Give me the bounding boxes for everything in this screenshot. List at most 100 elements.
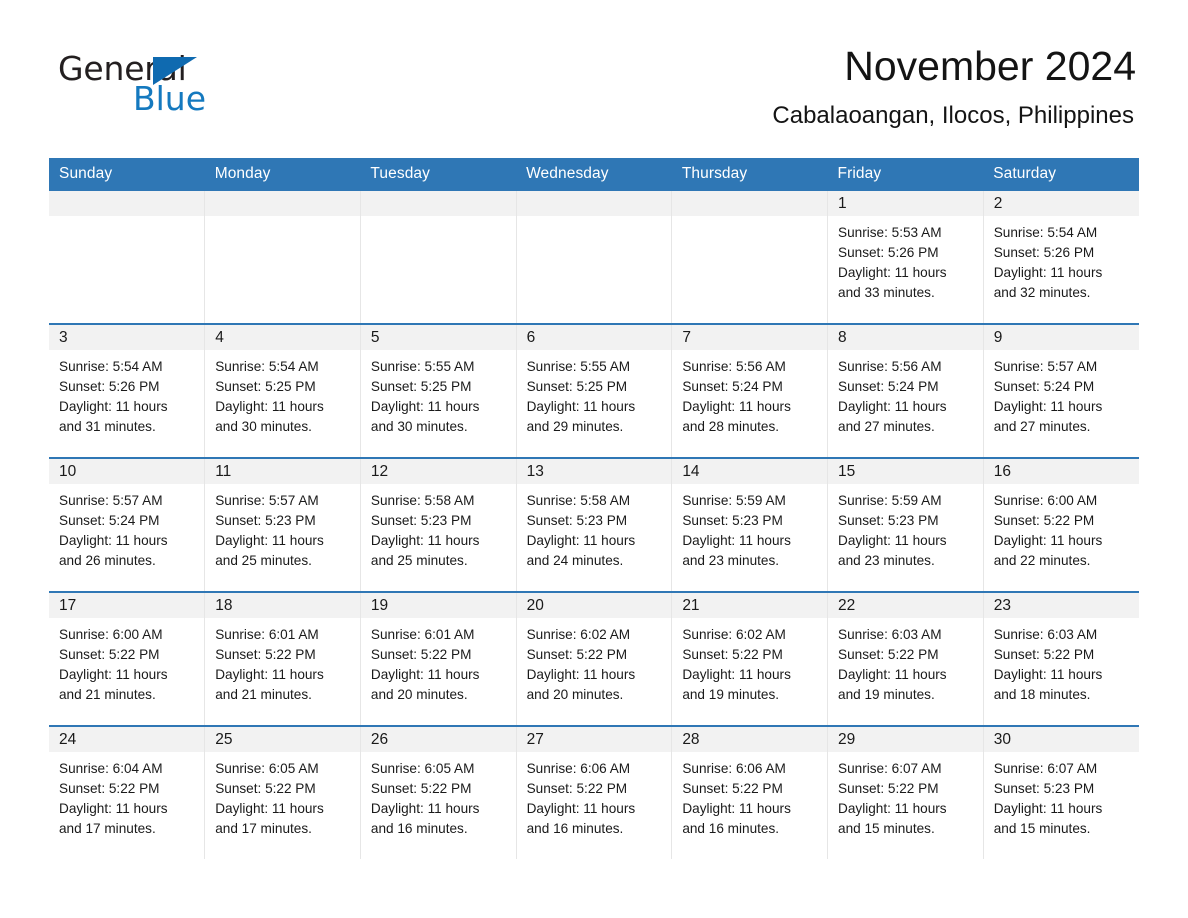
- day-number: [49, 191, 205, 216]
- day-cell-content: [516, 191, 672, 323]
- calendar-day-cell[interactable]: 27 Sunrise: 6:06 AM Sunset: 5:22 PM Dayli…: [516, 726, 673, 859]
- day-number: 5: [360, 325, 516, 350]
- calendar-day-cell: [360, 191, 517, 325]
- general-blue-logo[interactable]: General Blue: [58, 52, 318, 122]
- day-cell-content: 1 Sunrise: 5:53 AM Sunset: 5:26 PM Daylig…: [828, 191, 983, 323]
- calendar-day-cell: [204, 191, 361, 325]
- calendar-day-cell[interactable]: 9 Sunrise: 5:57 AM Sunset: 5:24 PM Daylig…: [983, 324, 1139, 459]
- calendar-day-cell[interactable]: 5 Sunrise: 5:55 AM Sunset: 5:25 PM Daylig…: [360, 324, 517, 459]
- day-number: [360, 191, 516, 216]
- day-number: 20: [516, 593, 672, 618]
- day-cell-content: 25 Sunrise: 6:05 AM Sunset: 5:22 PM Dayli…: [205, 727, 360, 859]
- calendar-day-cell[interactable]: 4 Sunrise: 5:54 AM Sunset: 5:25 PM Daylig…: [204, 324, 361, 459]
- calendar-grid: Sunday Monday Tuesday Wednesday Thursday…: [49, 158, 1139, 859]
- calendar-day-cell[interactable]: 30 Sunrise: 6:07 AM Sunset: 5:23 PM Dayli…: [983, 726, 1139, 859]
- day-cell-content: 11 Sunrise: 5:57 AM Sunset: 5:23 PM Dayli…: [205, 459, 360, 591]
- calendar-week-row: 3 Sunrise: 5:54 AM Sunset: 5:26 PM Daylig…: [49, 324, 1139, 459]
- weekday-header-saturday: Saturday: [983, 158, 1139, 191]
- calendar-day-cell: [49, 191, 206, 325]
- day-sun-info: [205, 216, 360, 223]
- calendar-day-cell[interactable]: 2 Sunrise: 5:54 AM Sunset: 5:26 PM Daylig…: [983, 191, 1139, 325]
- calendar-day-cell[interactable]: 10 Sunrise: 5:57 AM Sunset: 5:24 PM Dayli…: [49, 458, 206, 593]
- calendar-day-cell[interactable]: 17 Sunrise: 6:00 AM Sunset: 5:22 PM Dayli…: [49, 592, 206, 727]
- day-number: 28: [672, 727, 828, 752]
- day-sun-info: Sunrise: 5:54 AM Sunset: 5:26 PM Dayligh…: [993, 225, 1103, 300]
- day-cell-content: 10 Sunrise: 5:57 AM Sunset: 5:24 PM Dayli…: [49, 459, 205, 591]
- weekday-header-thursday: Thursday: [671, 158, 828, 191]
- calendar-day-cell[interactable]: 24 Sunrise: 6:04 AM Sunset: 5:22 PM Dayli…: [49, 726, 206, 859]
- day-cell-content: 20 Sunrise: 6:02 AM Sunset: 5:22 PM Dayli…: [516, 593, 672, 725]
- weekday-header-monday: Monday: [204, 158, 361, 191]
- calendar-day-cell[interactable]: 20 Sunrise: 6:02 AM Sunset: 5:22 PM Dayli…: [516, 592, 673, 727]
- calendar-day-cell[interactable]: 22 Sunrise: 6:03 AM Sunset: 5:22 PM Dayli…: [827, 592, 984, 727]
- day-cell-content: 7 Sunrise: 5:56 AM Sunset: 5:24 PM Daylig…: [672, 325, 828, 457]
- calendar-day-cell[interactable]: 1 Sunrise: 5:53 AM Sunset: 5:26 PM Daylig…: [827, 191, 984, 325]
- day-cell-content: 22 Sunrise: 6:03 AM Sunset: 5:22 PM Dayli…: [828, 593, 983, 725]
- calendar-page: General Blue November 2024 Cabalaoangan,…: [0, 0, 1188, 918]
- day-number: 12: [360, 459, 516, 484]
- day-cell-content: 28 Sunrise: 6:06 AM Sunset: 5:22 PM Dayli…: [672, 727, 828, 859]
- calendar-day-cell[interactable]: 13 Sunrise: 5:58 AM Sunset: 5:23 PM Dayli…: [516, 458, 673, 593]
- day-number: 8: [828, 325, 983, 350]
- day-number: 14: [672, 459, 828, 484]
- page-title: November 2024: [844, 43, 1136, 89]
- day-sun-info: Sunrise: 6:01 AM Sunset: 5:22 PM Dayligh…: [215, 627, 324, 702]
- day-cell-content: 6 Sunrise: 5:55 AM Sunset: 5:25 PM Daylig…: [516, 325, 672, 457]
- day-cell-content: 4 Sunrise: 5:54 AM Sunset: 5:25 PM Daylig…: [205, 325, 360, 457]
- day-number: 3: [49, 325, 205, 350]
- calendar-day-cell[interactable]: 16 Sunrise: 6:00 AM Sunset: 5:22 PM Dayli…: [983, 458, 1139, 593]
- calendar-day-cell[interactable]: 29 Sunrise: 6:07 AM Sunset: 5:22 PM Dayli…: [827, 726, 984, 859]
- day-number: 29: [828, 727, 983, 752]
- day-sun-info: Sunrise: 6:06 AM Sunset: 5:22 PM Dayligh…: [526, 761, 636, 836]
- calendar-week-row: 24 Sunrise: 6:04 AM Sunset: 5:22 PM Dayli…: [49, 726, 1139, 859]
- day-number: 27: [516, 727, 672, 752]
- calendar-day-cell[interactable]: 7 Sunrise: 5:56 AM Sunset: 5:24 PM Daylig…: [671, 324, 829, 459]
- calendar-day-cell[interactable]: 15 Sunrise: 5:59 AM Sunset: 5:23 PM Dayli…: [827, 458, 984, 593]
- day-cell-content: 16 Sunrise: 6:00 AM Sunset: 5:22 PM Dayli…: [983, 459, 1139, 591]
- calendar-day-cell[interactable]: 26 Sunrise: 6:05 AM Sunset: 5:22 PM Dayli…: [360, 726, 517, 859]
- day-number: 30: [983, 727, 1139, 752]
- day-cell-content: [49, 191, 205, 323]
- day-sun-info: Sunrise: 5:55 AM Sunset: 5:25 PM Dayligh…: [370, 359, 480, 434]
- day-number: 21: [672, 593, 828, 618]
- day-cell-content: 9 Sunrise: 5:57 AM Sunset: 5:24 PM Daylig…: [983, 325, 1139, 457]
- day-sun-info: Sunrise: 6:02 AM Sunset: 5:22 PM Dayligh…: [682, 627, 791, 702]
- calendar-day-cell[interactable]: 18 Sunrise: 6:01 AM Sunset: 5:22 PM Dayli…: [204, 592, 361, 727]
- day-cell-content: 17 Sunrise: 6:00 AM Sunset: 5:22 PM Dayli…: [49, 593, 205, 725]
- calendar-day-cell[interactable]: 12 Sunrise: 5:58 AM Sunset: 5:23 PM Dayli…: [360, 458, 517, 593]
- day-number: 18: [205, 593, 360, 618]
- day-number: 9: [983, 325, 1139, 350]
- day-sun-info: Sunrise: 6:07 AM Sunset: 5:23 PM Dayligh…: [993, 761, 1103, 836]
- day-number: 23: [983, 593, 1139, 618]
- calendar-day-cell: [671, 191, 829, 325]
- day-number: 24: [49, 727, 205, 752]
- calendar-day-cell[interactable]: 11 Sunrise: 5:57 AM Sunset: 5:23 PM Dayli…: [204, 458, 361, 593]
- day-number: 6: [516, 325, 672, 350]
- day-number: [672, 191, 828, 216]
- calendar-day-cell[interactable]: 19 Sunrise: 6:01 AM Sunset: 5:22 PM Dayli…: [360, 592, 517, 727]
- day-cell-content: 27 Sunrise: 6:06 AM Sunset: 5:22 PM Dayli…: [516, 727, 672, 859]
- day-cell-content: 29 Sunrise: 6:07 AM Sunset: 5:22 PM Dayli…: [828, 727, 983, 859]
- calendar-day-cell[interactable]: 8 Sunrise: 5:56 AM Sunset: 5:24 PM Daylig…: [827, 324, 984, 459]
- day-cell-content: 21 Sunrise: 6:02 AM Sunset: 5:22 PM Dayli…: [672, 593, 828, 725]
- day-number: 16: [983, 459, 1139, 484]
- calendar-day-cell[interactable]: 6 Sunrise: 5:55 AM Sunset: 5:25 PM Daylig…: [516, 324, 673, 459]
- calendar-day-cell[interactable]: 14 Sunrise: 5:59 AM Sunset: 5:23 PM Dayli…: [671, 458, 829, 593]
- calendar-day-cell[interactable]: 23 Sunrise: 6:03 AM Sunset: 5:22 PM Dayli…: [983, 592, 1139, 727]
- calendar-day-cell[interactable]: 3 Sunrise: 5:54 AM Sunset: 5:26 PM Daylig…: [49, 324, 206, 459]
- day-number: 15: [828, 459, 983, 484]
- day-sun-info: Sunrise: 5:55 AM Sunset: 5:25 PM Dayligh…: [526, 359, 636, 434]
- calendar-day-cell[interactable]: 28 Sunrise: 6:06 AM Sunset: 5:22 PM Dayli…: [671, 726, 829, 859]
- day-sun-info: Sunrise: 6:04 AM Sunset: 5:22 PM Dayligh…: [59, 761, 168, 836]
- day-number: 4: [205, 325, 360, 350]
- day-cell-content: 5 Sunrise: 5:55 AM Sunset: 5:25 PM Daylig…: [360, 325, 516, 457]
- calendar-day-cell[interactable]: 25 Sunrise: 6:05 AM Sunset: 5:22 PM Dayli…: [204, 726, 361, 859]
- day-sun-info: Sunrise: 5:54 AM Sunset: 5:25 PM Dayligh…: [215, 359, 324, 434]
- day-cell-content: 15 Sunrise: 5:59 AM Sunset: 5:23 PM Dayli…: [828, 459, 983, 591]
- weekday-header-wednesday: Wednesday: [516, 158, 672, 191]
- calendar-day-cell[interactable]: 21 Sunrise: 6:02 AM Sunset: 5:22 PM Dayli…: [671, 592, 829, 727]
- day-sun-info: Sunrise: 6:05 AM Sunset: 5:22 PM Dayligh…: [370, 761, 480, 836]
- day-sun-info: Sunrise: 6:03 AM Sunset: 5:22 PM Dayligh…: [993, 627, 1103, 702]
- day-sun-info: Sunrise: 6:00 AM Sunset: 5:22 PM Dayligh…: [993, 493, 1103, 568]
- day-cell-content: 14 Sunrise: 5:59 AM Sunset: 5:23 PM Dayli…: [672, 459, 828, 591]
